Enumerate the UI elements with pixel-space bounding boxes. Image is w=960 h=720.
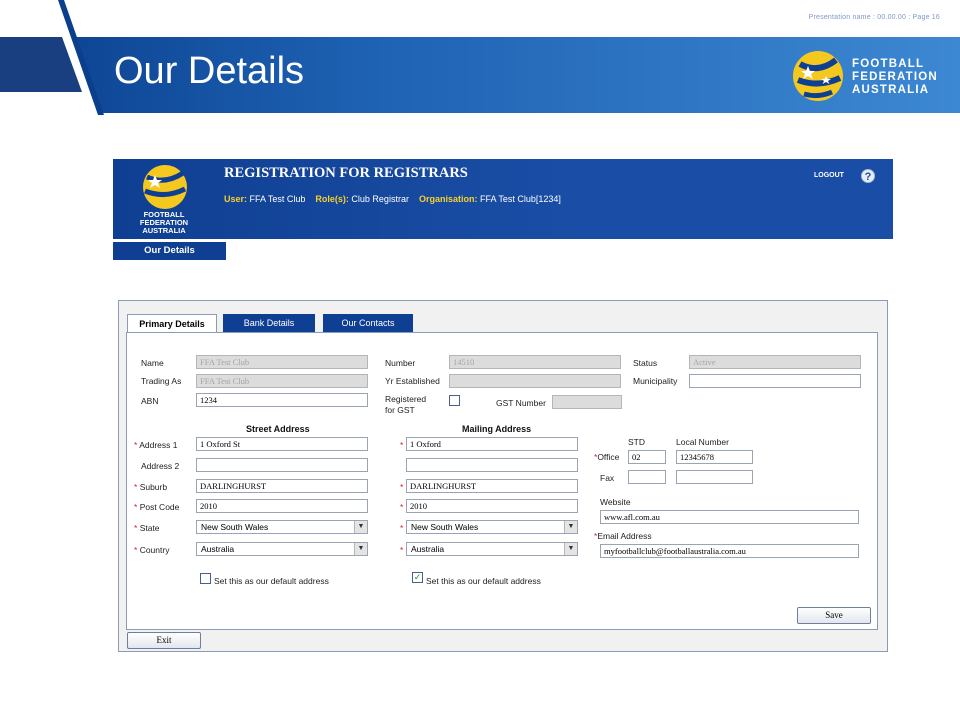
municipality-field[interactable]	[689, 374, 861, 388]
status-field: Active	[689, 355, 861, 369]
street-address-header: Street Address	[246, 424, 310, 434]
street-suburb-label: * Suburb	[134, 482, 168, 492]
registered-gst-label: Registered for GST	[385, 394, 427, 415]
details-panel: Primary Details Bank Details Our Contact…	[118, 300, 888, 652]
number-label: Number	[385, 358, 416, 368]
registered-gst-checkbox[interactable]	[449, 395, 460, 406]
yr-established-label: Yr Established	[385, 376, 440, 386]
primary-details-form: Name FFA Test Club Number 14510 Status A…	[126, 332, 878, 630]
mailing-default-label: Set this as our default address	[426, 576, 541, 586]
website-field[interactable]: www.afl.com.au	[600, 510, 859, 524]
slide-meta: Presentation name : 00.00.00 : Page 16	[808, 14, 940, 21]
street-postcode-field[interactable]: 2010	[196, 499, 368, 513]
tab-primary-details[interactable]: Primary Details	[127, 314, 217, 333]
banner-cutout	[0, 0, 104, 115]
street-address1-field[interactable]: 1 Oxford St	[196, 437, 368, 451]
trading-as-field: FFA Test Club	[196, 374, 368, 388]
office-label: *Office	[594, 452, 620, 462]
street-country-select[interactable]: Australia ▼	[196, 542, 368, 556]
trading-as-label: Trading As	[141, 376, 182, 386]
street-address2-label: Address 2	[141, 461, 180, 471]
office-local-field[interactable]: 12345678	[676, 450, 753, 464]
street-address2-field[interactable]	[196, 458, 368, 472]
user-info: User: FFA Test Club Role(s): Club Regist…	[224, 194, 561, 204]
fax-label: Fax	[600, 473, 615, 483]
mailing-country-select[interactable]: Australia ▼	[406, 542, 578, 556]
exit-button[interactable]: Exit	[127, 632, 201, 649]
status-label: Status	[633, 358, 658, 368]
yr-established-field	[449, 374, 621, 388]
local-number-label: Local Number	[676, 437, 729, 447]
website-label: Website	[600, 497, 631, 507]
municipality-label: Municipality	[633, 376, 678, 386]
abn-label: ABN	[141, 396, 159, 406]
street-suburb-field[interactable]: DARLINGHURST	[196, 479, 368, 493]
mailing-address1-field[interactable]: 1 Oxford	[406, 437, 578, 451]
fax-std-field[interactable]	[628, 470, 666, 484]
app-logo-ball-icon	[143, 165, 187, 209]
street-state-select[interactable]: New South Wales ▼	[196, 520, 368, 534]
gst-number-field	[552, 395, 622, 409]
street-address1-label: * Address 1	[134, 440, 178, 450]
mailing-postcode-field[interactable]: 2010	[406, 499, 578, 513]
street-postcode-label: * Post Code	[134, 502, 180, 512]
mailing-postcode-label: *	[400, 502, 404, 512]
tab-bank-details[interactable]: Bank Details	[223, 314, 315, 332]
mailing-address1-label: *	[400, 440, 404, 450]
chevron-down-icon[interactable]: ▼	[354, 521, 367, 533]
socceroos-ball-icon	[793, 51, 843, 101]
app-header: FOOTBALL FEDERATION AUSTRALIA REGISTRATI…	[113, 159, 893, 239]
mailing-state-label: *	[400, 523, 404, 533]
street-default-label: Set this as our default address	[214, 576, 329, 586]
std-label: STD	[628, 437, 645, 447]
mailing-suburb-field[interactable]: DARLINGHURST	[406, 479, 578, 493]
ffa-logo-text: FOOTBALL FEDERATION AUSTRALIA	[852, 58, 938, 96]
email-field[interactable]: myfootballclub@footballaustralia.com.au	[600, 544, 859, 558]
page-title: Our Details	[114, 50, 305, 92]
street-country-label: * Country	[134, 545, 170, 555]
fax-local-field[interactable]	[676, 470, 753, 484]
tab-our-contacts[interactable]: Our Contacts	[323, 314, 413, 332]
name-label: Name	[141, 358, 164, 368]
abn-field[interactable]: 1234	[196, 393, 368, 407]
number-field: 14510	[449, 355, 621, 369]
mailing-country-label: *	[400, 545, 404, 555]
email-label: *Email Address	[594, 531, 652, 541]
office-std-field[interactable]: 02	[628, 450, 666, 464]
mailing-suburb-label: *	[400, 482, 404, 492]
nav-tab-our-details[interactable]: Our Details	[113, 242, 226, 260]
chevron-down-icon[interactable]: ▼	[354, 543, 367, 555]
app-logo-text: FOOTBALL FEDERATION AUSTRALIA	[139, 210, 189, 235]
name-field: FFA Test Club	[196, 355, 368, 369]
street-default-checkbox[interactable]	[200, 573, 211, 584]
app-title: REGISTRATION FOR REGISTRARS	[224, 165, 468, 181]
gst-number-label: GST Number	[496, 398, 546, 408]
mailing-address-header: Mailing Address	[462, 424, 532, 434]
save-button[interactable]: Save	[797, 607, 871, 624]
mailing-address2-field[interactable]	[406, 458, 578, 472]
street-state-label: * State	[134, 523, 160, 533]
ffa-logo: FOOTBALL FEDERATION AUSTRALIA	[790, 48, 940, 104]
mailing-default-checkbox[interactable]: ✓	[412, 572, 423, 583]
help-icon[interactable]: ?	[861, 169, 875, 183]
mailing-state-select[interactable]: New South Wales ▼	[406, 520, 578, 534]
chevron-down-icon[interactable]: ▼	[564, 543, 577, 555]
chevron-down-icon[interactable]: ▼	[564, 521, 577, 533]
logout-link[interactable]: LOGOUT	[814, 172, 844, 179]
